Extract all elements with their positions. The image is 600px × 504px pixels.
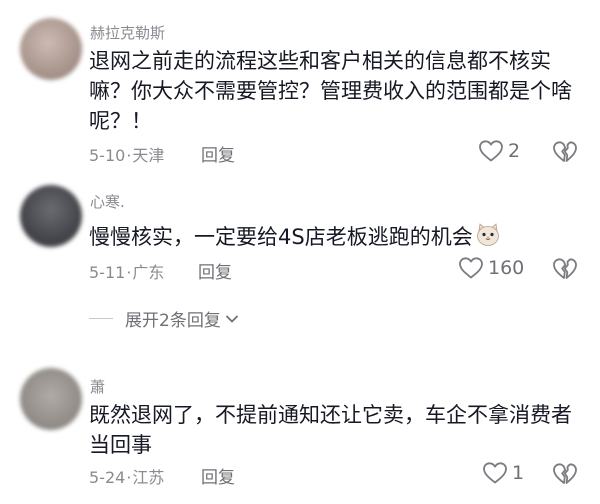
like-button[interactable]: 160 [458,256,524,280]
comment-date: 5-10 [89,146,126,165]
broken-heart-icon [553,258,577,279]
heart-outline-icon [483,462,507,484]
comment-meta: 5-24·江苏 [89,468,165,487]
avatar[interactable] [20,185,82,247]
comment-text: 既然退网了，不提前通知还让它卖，车企不拿消费者当回事 [89,403,572,457]
expand-divider [89,318,113,319]
heart-outline-icon [459,257,483,279]
comment-username[interactable]: 赫拉克勒斯 [90,22,165,43]
broken-heart-icon [553,141,577,162]
like-count: 1 [512,462,525,484]
like-count: 2 [508,140,521,162]
expand-replies-label: 展开2条回复 [125,311,221,331]
cat-face-emoji [476,223,499,246]
comment-location: 广东 [132,263,165,282]
dislike-button[interactable] [552,140,578,168]
like-button[interactable]: 2 [478,139,520,163]
avatar[interactable] [20,18,82,80]
dislike-button[interactable] [552,462,578,490]
comment-date: 5-24 [89,468,126,487]
comment-text: 退网之前走的流程这些和客户相关的信息都不核实嘛？你大众不需要管控？管理费收入的范… [89,49,572,133]
expand-replies-button[interactable]: 展开2条回复 [89,306,240,331]
comment-date: 5-11 [89,263,126,282]
reply-button[interactable]: 回复 [198,258,232,283]
broken-heart-icon [553,463,577,484]
like-count: 160 [488,257,525,279]
heart-outline-icon [479,140,503,162]
comment-meta: 5-10·天津 [89,146,165,165]
like-button[interactable]: 1 [482,461,524,485]
comment-location: 江苏 [132,468,165,487]
avatar[interactable] [20,368,82,430]
comment-username[interactable]: 蕭 [90,376,105,397]
comment-meta: 5-11·广东 [89,263,165,282]
reply-button[interactable]: 回复 [201,141,235,166]
chevron-down-icon [225,315,238,322]
comment-location: 天津 [132,146,165,165]
comment-text: 慢慢核实，一定要给4S店老板逃跑的机会 [89,222,584,252]
reply-button[interactable]: 回复 [201,463,235,488]
dislike-button[interactable] [552,257,578,285]
comment-username[interactable]: 心寒. [90,191,125,212]
comment-text-body: 慢慢核实，一定要给4S店老板逃跑的机会 [89,225,473,249]
